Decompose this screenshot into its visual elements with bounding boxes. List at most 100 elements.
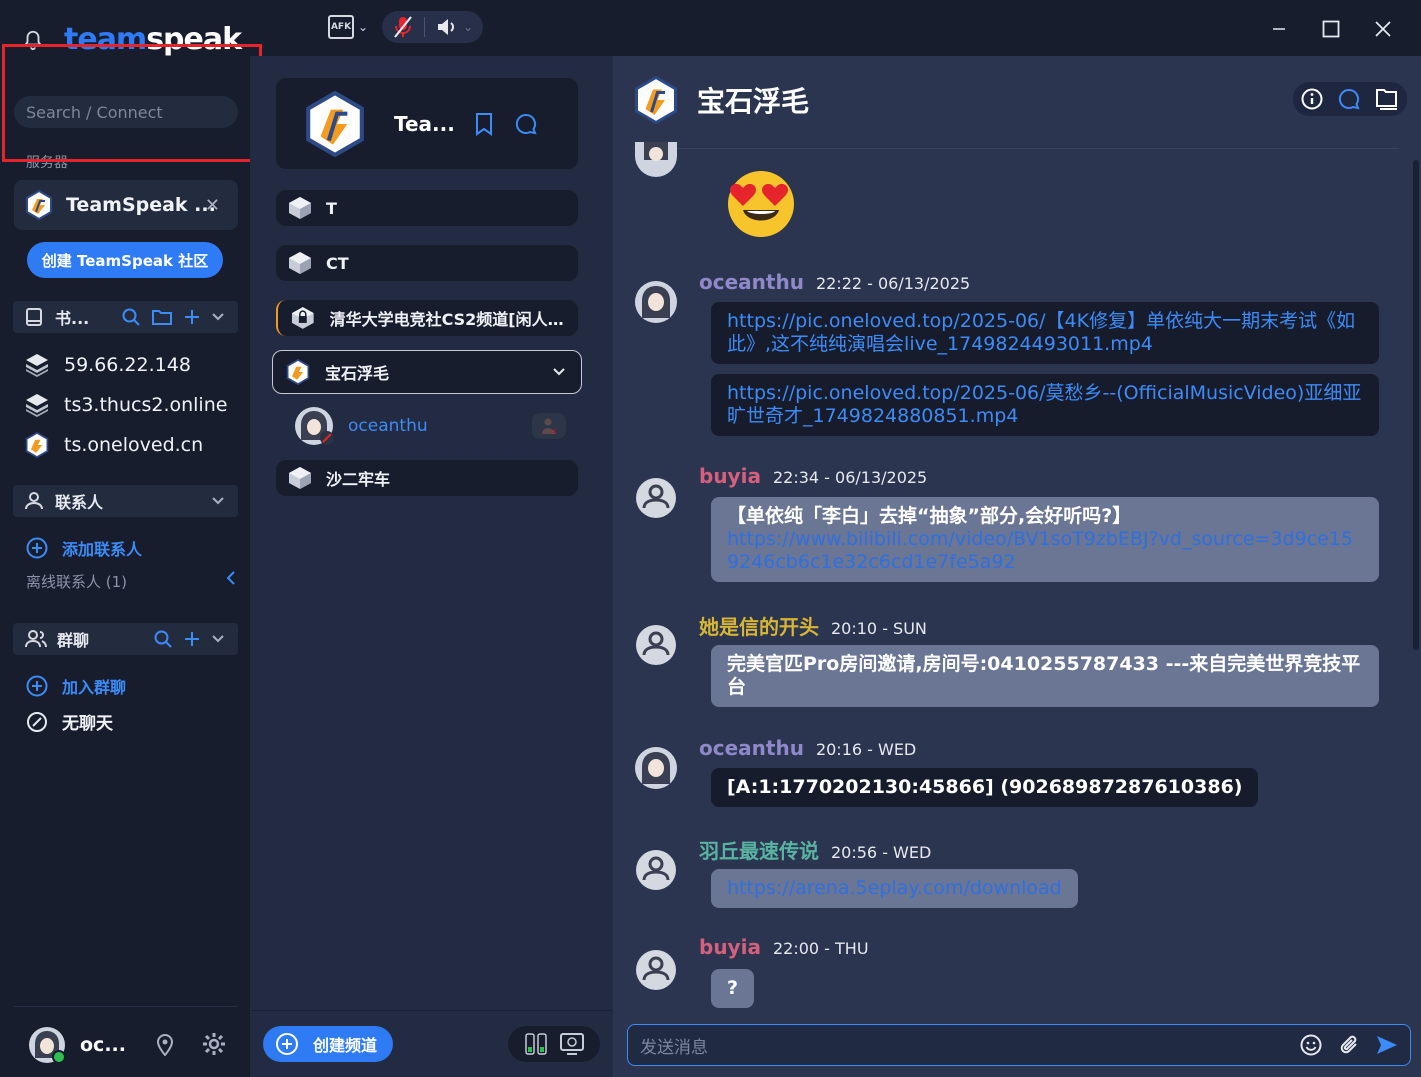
message-author[interactable]: oceanthu bbox=[699, 270, 804, 294]
message-time: 22:22 - 06/13/2025 bbox=[815, 274, 971, 293]
add-contact-link[interactable]: 添加联系人 bbox=[26, 536, 142, 560]
user-name: oceanthu bbox=[348, 416, 428, 436]
plus-icon[interactable] bbox=[184, 631, 200, 647]
group-icon bbox=[25, 630, 47, 648]
user-badge: s bbox=[532, 413, 566, 439]
heart-eyes-emoji bbox=[728, 171, 794, 237]
channel-tools bbox=[508, 1026, 600, 1062]
close-button[interactable] bbox=[1357, 14, 1409, 44]
plus-circle-icon bbox=[276, 1033, 298, 1055]
current-user[interactable]: oc... bbox=[28, 1026, 126, 1064]
groups-header[interactable]: 群聊 bbox=[13, 623, 238, 655]
emoji-icon[interactable] bbox=[1300, 1034, 1322, 1056]
close-icon[interactable]: ✕ bbox=[205, 195, 220, 216]
chat-tabs bbox=[1293, 82, 1407, 116]
channel-lock-icon bbox=[291, 307, 314, 329]
plus-circle-icon bbox=[26, 537, 48, 559]
chat-header: 宝石浮毛 bbox=[633, 76, 809, 124]
message-meta: 她是信的开头 20:10 - SUN bbox=[699, 611, 927, 640]
audio-level-icon[interactable] bbox=[523, 1031, 549, 1057]
contacts-label: 联系人 bbox=[55, 493, 104, 512]
avatar bbox=[29, 1027, 66, 1064]
channel-user[interactable]: oceanthu s bbox=[294, 406, 566, 446]
gear-icon[interactable] bbox=[202, 1032, 226, 1056]
message-author[interactable]: 羽丘最速传说 bbox=[699, 835, 819, 864]
window-controls bbox=[1253, 14, 1409, 44]
message-author[interactable]: 她是信的开头 bbox=[699, 611, 819, 640]
message-link[interactable]: https://www.bilibili.com/video/BV1soT9zb… bbox=[727, 528, 1363, 574]
search-icon[interactable] bbox=[154, 630, 172, 648]
server-header[interactable]: Tea... bbox=[276, 78, 578, 169]
message-meta: buyia 22:00 - THU bbox=[699, 935, 869, 959]
message-author[interactable]: buyia bbox=[699, 935, 761, 959]
teamspeak-logo-icon bbox=[26, 190, 52, 220]
mic-muted-icon[interactable] bbox=[392, 15, 414, 39]
sidebar: Search / Connect 服务器 TeamSpeak ... ✕ 创建 … bbox=[0, 56, 250, 1077]
message-text: 【单依纯「李白」去掉“抽象”部分,会好听吗?】 bbox=[727, 505, 1132, 527]
channel-item[interactable]: T bbox=[276, 190, 578, 226]
minimize-button[interactable] bbox=[1253, 14, 1305, 44]
message-text: ? bbox=[727, 977, 739, 999]
channel-item[interactable]: 沙二牢车 bbox=[276, 460, 578, 496]
message-author[interactable]: oceanthu bbox=[699, 736, 804, 760]
bookmarks-header[interactable]: 书... bbox=[13, 301, 238, 333]
join-group-link[interactable]: 加入群聊 bbox=[26, 674, 126, 698]
message-input[interactable]: 发送消息 bbox=[627, 1024, 1411, 1066]
chevron-down-icon[interactable]: ⌄ bbox=[463, 20, 473, 34]
chevron-down-icon[interactable]: ⌄ bbox=[358, 20, 368, 34]
bookmark-icon[interactable] bbox=[474, 112, 494, 136]
message-time: 20:10 - SUN bbox=[831, 619, 927, 638]
chat-bubble-icon[interactable] bbox=[1337, 87, 1361, 111]
info-icon[interactable] bbox=[1301, 88, 1323, 110]
search-icon[interactable] bbox=[122, 308, 140, 326]
svg-text:s: s bbox=[552, 427, 556, 435]
message-meta: 羽丘最速传说 20:56 - WED bbox=[699, 835, 931, 864]
active-server-tab[interactable]: TeamSpeak ... ✕ bbox=[14, 180, 238, 230]
channel-item[interactable]: CT bbox=[276, 245, 578, 281]
maximize-button[interactable] bbox=[1305, 14, 1357, 44]
bookmarks-label: 书... bbox=[55, 309, 90, 328]
book-icon bbox=[26, 308, 42, 326]
message-link[interactable]: https://pic.oneloved.top/2025-06/莫愁乡--(O… bbox=[727, 382, 1361, 427]
create-community-button[interactable]: 创建 TeamSpeak 社区 bbox=[27, 242, 223, 278]
channel-item[interactable]: 清华大学电竞社CS2频道[闲人勿... bbox=[276, 300, 578, 336]
offline-contacts-row[interactable]: 离线联系人 (1) bbox=[26, 571, 236, 592]
message-meta: buyia 22:34 - 06/13/2025 bbox=[699, 464, 927, 488]
scrollbar[interactable] bbox=[1413, 160, 1419, 650]
chevron-down-icon[interactable] bbox=[553, 368, 565, 376]
screen-share-icon[interactable] bbox=[559, 1031, 585, 1057]
afk-button[interactable]: AFK bbox=[328, 15, 354, 39]
avatar bbox=[295, 407, 334, 445]
bookmark-item[interactable]: 59.66.22.148 bbox=[24, 352, 191, 378]
message-author[interactable]: buyia bbox=[699, 464, 761, 488]
channel-item-selected[interactable]: 宝石浮毛 bbox=[272, 350, 582, 394]
chevron-left-icon[interactable] bbox=[226, 571, 236, 585]
channel-cube-icon bbox=[289, 197, 311, 219]
message-link[interactable]: https://pic.oneloved.top/2025-06/【4K修复】单… bbox=[727, 310, 1355, 355]
attachment-icon[interactable] bbox=[1338, 1034, 1360, 1056]
files-icon[interactable] bbox=[1375, 87, 1399, 111]
message-text: [A:1:1770202130:45866] (9026898728761038… bbox=[727, 776, 1243, 798]
audio-controls: AFK ⌄ ⌄ bbox=[328, 11, 484, 43]
message-bubble: https://pic.oneloved.top/2025-06/莫愁乡--(O… bbox=[711, 374, 1379, 436]
bookmark-item[interactable]: ts3.thucs2.online bbox=[24, 392, 227, 418]
chevron-down-icon[interactable] bbox=[212, 497, 224, 505]
location-pin-icon[interactable] bbox=[156, 1034, 174, 1056]
no-chat-item: 无聊天 bbox=[26, 709, 113, 734]
folder-icon[interactable] bbox=[152, 308, 172, 326]
layers-icon bbox=[26, 354, 48, 377]
bookmark-item[interactable]: ts.oneloved.cn bbox=[24, 432, 203, 458]
message-link[interactable]: https://arena.5eplay.com/download bbox=[727, 877, 1062, 899]
chevron-down-icon[interactable] bbox=[212, 635, 224, 643]
send-icon[interactable] bbox=[1376, 1035, 1398, 1055]
chevron-down-icon[interactable] bbox=[212, 313, 224, 321]
server-name: TeamSpeak ... bbox=[66, 194, 216, 216]
default-avatar-icon bbox=[636, 625, 676, 665]
server-title: Tea... bbox=[394, 111, 455, 136]
speaker-icon[interactable] bbox=[435, 16, 457, 38]
chat-bubble-icon[interactable] bbox=[514, 112, 538, 136]
create-channel-button[interactable]: 创建频道 bbox=[263, 1026, 393, 1062]
contacts-header[interactable]: 联系人 bbox=[13, 485, 238, 517]
person-icon bbox=[25, 492, 43, 510]
plus-icon[interactable] bbox=[184, 309, 200, 325]
